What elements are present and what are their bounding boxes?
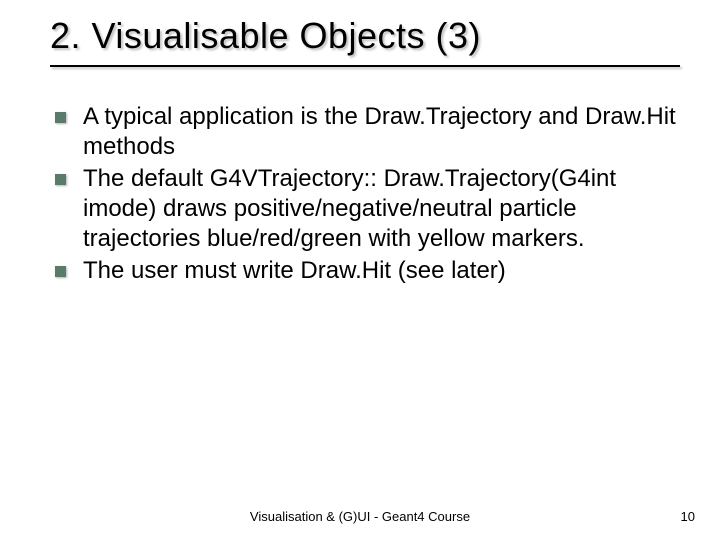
title-underline <box>50 65 680 67</box>
bullet-text: A typical application is the Draw.Trajec… <box>83 103 676 160</box>
list-item: A typical application is the Draw.Trajec… <box>55 102 680 162</box>
list-item: The default G4VTrajectory:: Draw.Traject… <box>55 164 680 254</box>
footer-center: Visualisation & (G)UI - Geant4 Course <box>0 509 720 524</box>
slide-title: 2. Visualisable Objects (3) <box>50 15 680 57</box>
footer: Visualisation & (G)UI - Geant4 Course 10 <box>0 509 720 524</box>
page-number: 10 <box>681 509 695 524</box>
list-item: The user must write Draw.Hit (see later) <box>55 256 680 286</box>
bullet-text: The user must write Draw.Hit (see later) <box>83 257 506 284</box>
slide: 2. Visualisable Objects (3) A typical ap… <box>0 0 720 540</box>
bullet-list: A typical application is the Draw.Trajec… <box>55 102 680 286</box>
bullet-text: The default G4VTrajectory:: Draw.Traject… <box>83 165 616 252</box>
